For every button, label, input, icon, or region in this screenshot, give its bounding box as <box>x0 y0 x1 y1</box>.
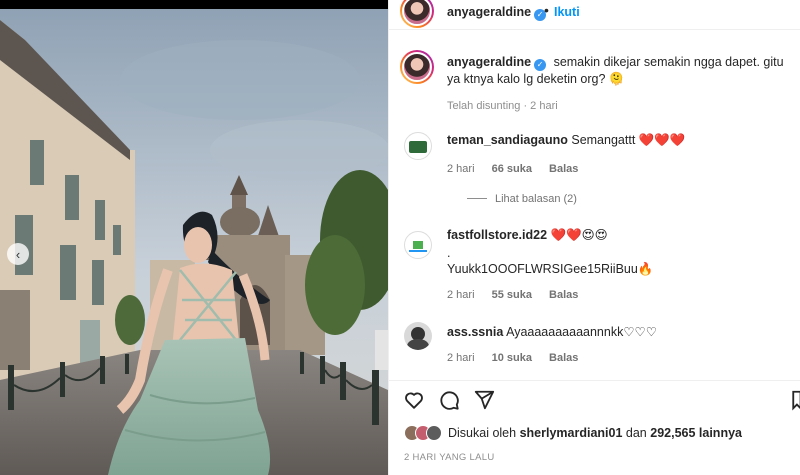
comment-text: Ayaaaaaaaaaannnkk♡♡♡ <box>506 325 657 339</box>
post-detail-panel: anyageraldine ✓ • Ikuti anyageraldine ✓ se… <box>388 0 800 475</box>
share-icon[interactable] <box>473 389 495 411</box>
comment-time: 2 hari <box>447 163 475 175</box>
header-separator: • <box>544 2 549 18</box>
comment-likes[interactable]: 66 suka <box>492 163 532 175</box>
avatar[interactable] <box>404 231 432 259</box>
avatar[interactable] <box>404 322 432 350</box>
comment-likes[interactable]: 55 suka <box>492 289 532 301</box>
caption-avatar[interactable] <box>400 50 434 84</box>
caption-meta: Telah disunting · 2 hari <box>447 100 558 112</box>
comment-username[interactable]: fastfollstore.id22 <box>447 228 547 242</box>
comment-text-line: . <box>447 246 451 260</box>
comment-time: 2 hari <box>447 289 475 301</box>
post-timestamp: 2 HARI YANG LALU <box>404 452 495 463</box>
caption-username[interactable]: anyageraldine ✓ <box>447 55 547 71</box>
avatar <box>426 425 442 441</box>
reply-button[interactable]: Balas <box>549 289 578 301</box>
liked-count[interactable]: 292,565 lainnya <box>650 426 742 440</box>
comment-username[interactable]: teman_sandiagauno <box>447 133 568 147</box>
avatar[interactable] <box>400 0 434 28</box>
bookmark-icon[interactable] <box>791 389 800 411</box>
view-replies-button[interactable]: Lihat balasan (2) <box>467 193 577 205</box>
post-actions: Disukai oleh sherlymardiani01 dan 292,56… <box>389 380 800 475</box>
post-header: anyageraldine ✓ • Ikuti <box>389 0 800 30</box>
photo-top-edge <box>0 0 388 9</box>
heart-icon[interactable] <box>403 389 425 411</box>
likes-summary: Disukai oleh sherlymardiani01 dan 292,56… <box>404 425 742 441</box>
comment-icon[interactable] <box>438 389 460 411</box>
verified-badge-icon: ✓ <box>534 59 547 71</box>
comment-text: ❤️❤️😍😍 <box>550 228 608 242</box>
comment-username[interactable]: ass.ssnia <box>447 325 503 339</box>
liked-prefix: Disukai oleh <box>448 426 517 440</box>
avatar[interactable] <box>404 132 432 160</box>
comment-text-line: Yuukk1OOOFLWRSIGee15RiiBuu🔥 <box>447 262 654 276</box>
photo-illustration <box>0 0 388 475</box>
liked-user[interactable]: sherlymardiani01 <box>520 426 623 440</box>
post-username[interactable]: anyageraldine ✓ <box>447 5 547 21</box>
follow-button[interactable]: Ikuti <box>554 5 580 19</box>
chevron-left-icon[interactable]: ‹ <box>7 243 29 265</box>
reply-button[interactable]: Balas <box>549 352 578 364</box>
reply-button[interactable]: Balas <box>549 163 578 175</box>
comment-time: 2 hari <box>447 352 475 364</box>
comment-meta: 2 hari 55 suka Balas <box>447 289 592 301</box>
comment-text: Semangattt ❤️❤️❤️ <box>571 133 686 147</box>
comment-meta: 2 hari 10 suka Balas <box>447 352 592 364</box>
comment-likes[interactable]: 10 suka <box>492 352 532 364</box>
comment-meta: 2 hari 66 suka Balas <box>447 163 592 175</box>
post-photo[interactable]: ‹ <box>0 0 388 475</box>
liked-mid: dan <box>625 426 647 440</box>
